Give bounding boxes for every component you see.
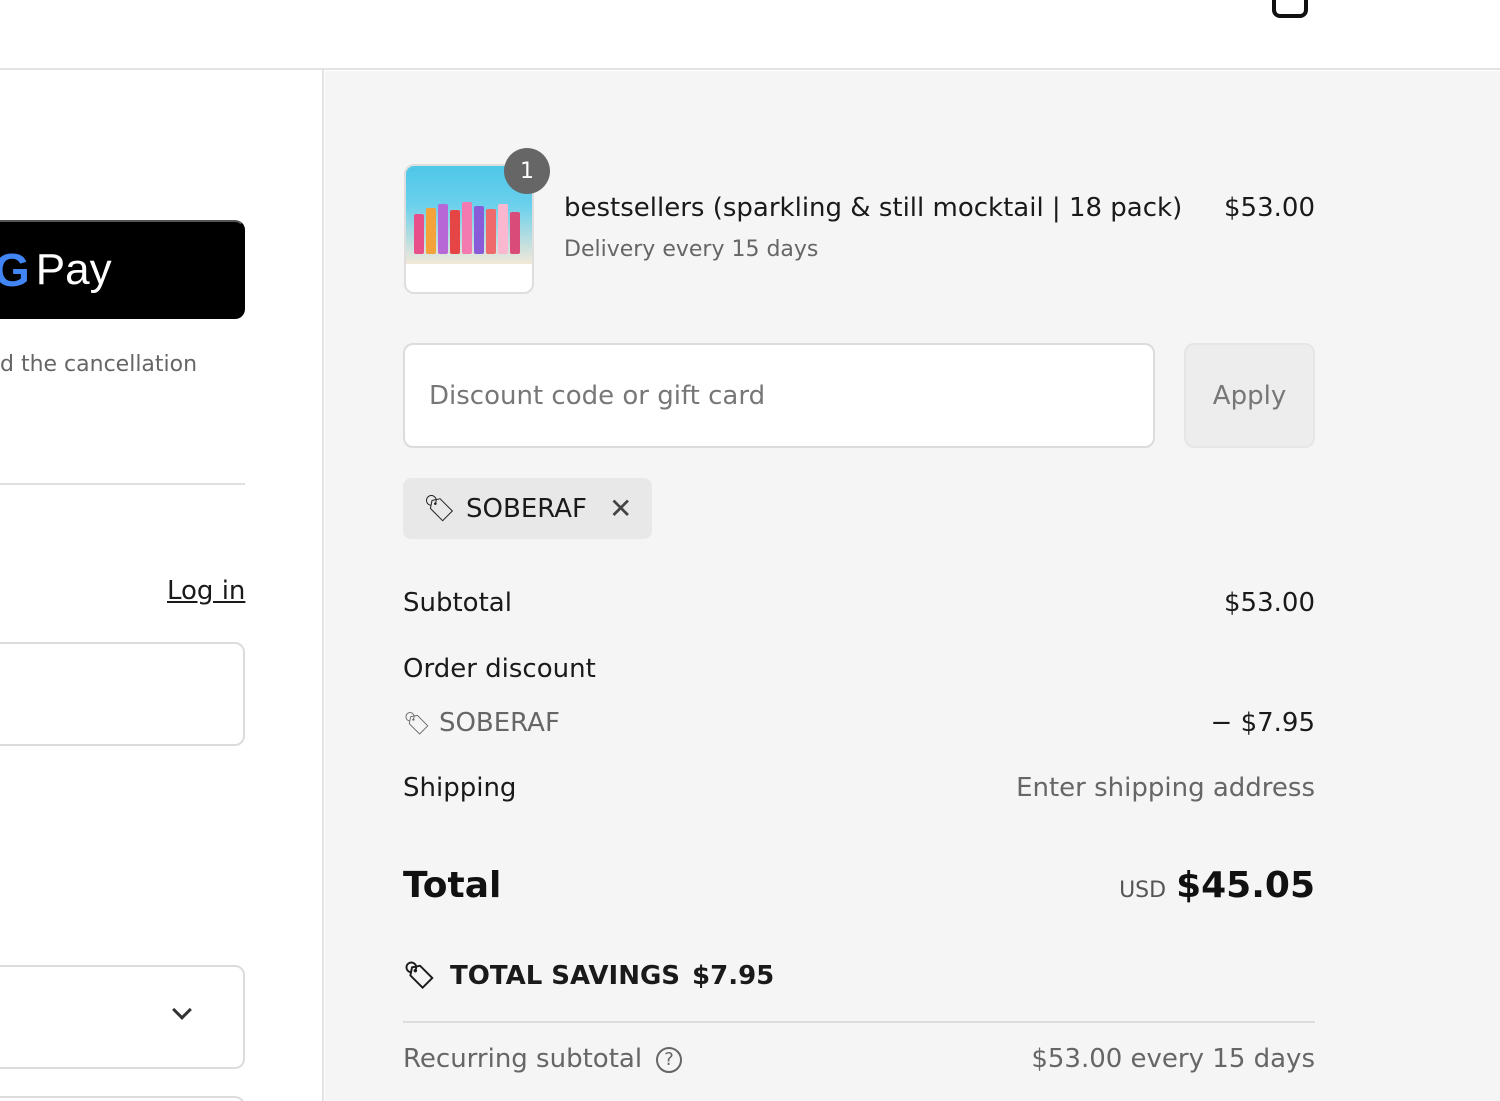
total-currency: USD	[1119, 878, 1167, 903]
applied-discount-chip: 🏷 SOBERAF ✕	[403, 478, 652, 539]
google-pay-label: Pay	[35, 244, 112, 294]
discount-code-input[interactable]	[403, 343, 1155, 448]
shopping-bag-icon[interactable]	[1272, 0, 1308, 18]
recurring-subtotal: Recurring subtotal?	[403, 1044, 683, 1074]
google-pay-button[interactable]: G Pay	[0, 220, 245, 319]
delivery-frequency: Delivery every 15 days	[564, 237, 819, 262]
tags-icon: 🏷	[403, 961, 437, 991]
savings-label: TOTAL SAVINGS	[450, 961, 681, 991]
tag-icon: 🏷	[403, 712, 431, 737]
total-savings: 🏷 TOTAL SAVINGS $7.95	[403, 961, 774, 991]
total-label: Total	[403, 865, 502, 906]
discount-code-text: SOBERAF	[438, 708, 560, 738]
recurring-subtotal-value: $53.00 every 15 days	[1031, 1044, 1315, 1074]
divider	[403, 1021, 1315, 1023]
shipping-value: Enter shipping address	[1016, 773, 1315, 803]
savings-value: $7.95	[692, 961, 775, 991]
order-discount-label: Order discount	[403, 654, 596, 684]
order-discount-code: 🏷 SOBERAF	[403, 708, 560, 738]
country-select[interactable]	[0, 965, 245, 1069]
chevron-down-icon	[172, 1000, 192, 1020]
shipping-label: Shipping	[403, 773, 517, 803]
applied-discount-code: SOBERAF	[466, 493, 588, 524]
tag-icon: 🏷	[423, 493, 457, 524]
login-link[interactable]: Log in	[167, 576, 245, 606]
subtotal-label: Subtotal	[403, 588, 512, 618]
checkout-form-panel: G Pay d the cancellation Log in	[0, 70, 324, 1101]
discount-value: − $7.95	[1210, 708, 1315, 738]
close-icon[interactable]: ✕	[609, 492, 632, 525]
product-title: bestsellers (sparkling & still mocktail …	[564, 193, 1183, 223]
header-bar	[0, 0, 1500, 70]
google-g-icon: G	[0, 243, 30, 297]
divider	[0, 483, 245, 485]
help-icon[interactable]: ?	[656, 1046, 683, 1073]
next-field[interactable]	[0, 1096, 245, 1101]
subtotal-value: $53.00	[1224, 588, 1315, 618]
recurring-subtotal-label: Recurring subtotal	[403, 1044, 643, 1074]
order-summary-panel: 1 bestsellers (sparkling & still mocktai…	[325, 71, 1500, 1101]
cancellation-policy-text: d the cancellation	[0, 352, 198, 377]
contact-input[interactable]	[0, 642, 245, 746]
apply-discount-button[interactable]: Apply	[1184, 343, 1315, 448]
total-value: USD $45.05	[1119, 865, 1315, 906]
total-amount: $45.05	[1176, 865, 1315, 906]
quantity-badge: 1	[504, 148, 550, 194]
product-price: $53.00	[1224, 193, 1315, 223]
